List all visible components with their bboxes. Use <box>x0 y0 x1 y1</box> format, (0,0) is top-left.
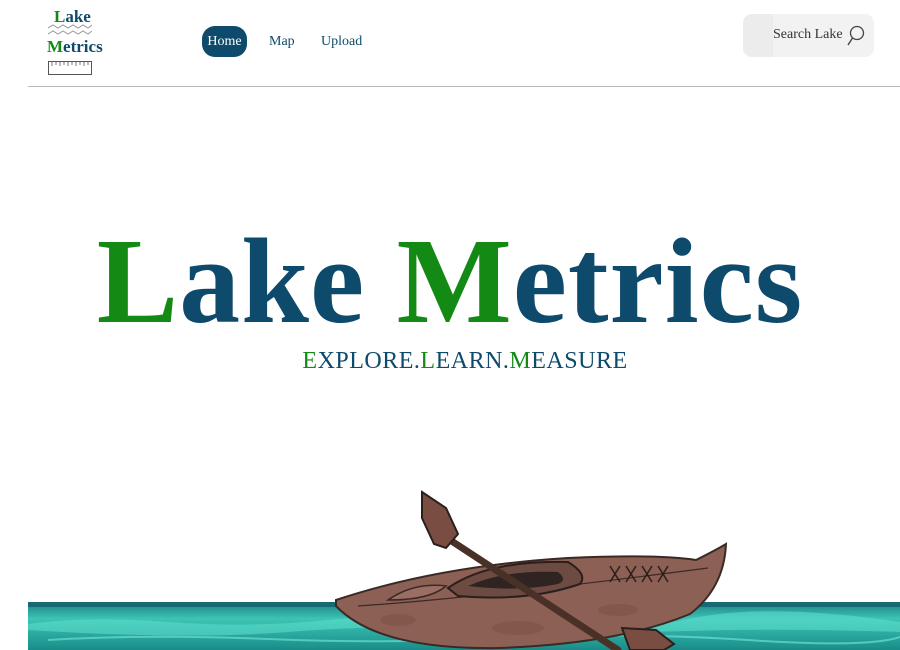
header-divider <box>28 86 900 87</box>
nav-home[interactable]: Home <box>202 26 247 57</box>
site-header: Lake Metrics Home Map Upload <box>0 0 900 86</box>
logo-wave-graphic <box>48 24 92 35</box>
logo-line-2: Metrics <box>47 37 103 56</box>
search-icon[interactable] <box>846 25 866 47</box>
nav-upload[interactable]: Upload <box>321 26 362 57</box>
kayak-illustration <box>335 490 728 650</box>
logo-ruler-graphic <box>48 61 92 75</box>
hero-tagline: EXPLORE.LEARN.MEASURE <box>302 348 628 374</box>
nav-map[interactable]: Map <box>269 26 295 57</box>
search-box <box>743 14 874 57</box>
search-box-left-tab <box>743 14 773 57</box>
lake-metrics-logo[interactable]: Lake Metrics <box>46 8 103 78</box>
hero-title: Lake Metrics <box>96 214 804 349</box>
search-input[interactable] <box>773 20 843 50</box>
